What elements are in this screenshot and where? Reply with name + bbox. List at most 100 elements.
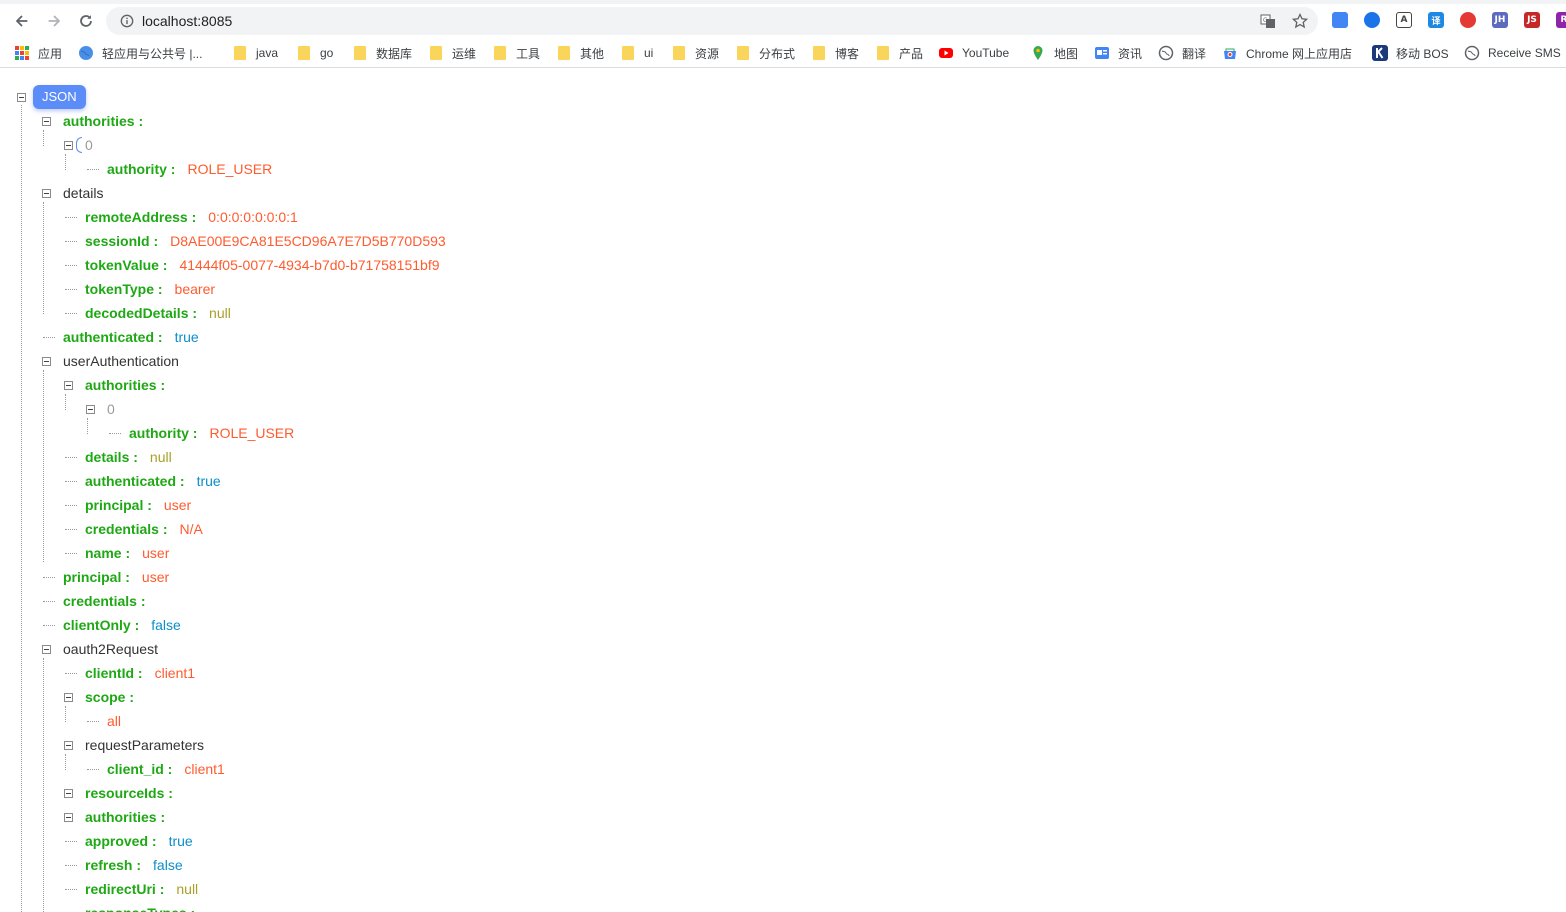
tree-connector xyxy=(65,241,77,242)
json-node-row[interactable]: authenticated : true xyxy=(63,327,199,347)
json-node-row[interactable]: decodedDetails : null xyxy=(85,303,231,323)
address-bar[interactable]: localhost:8085 G xyxy=(106,7,1318,35)
bookmark-item[interactable]: 博客 xyxy=(811,44,859,62)
bookmark-item[interactable]: 产品 xyxy=(875,44,923,62)
translate-cn-ext-icon[interactable]: 译 xyxy=(1428,12,1444,28)
json-node-row[interactable]: details xyxy=(63,183,103,203)
bookmark-item[interactable]: ui xyxy=(620,44,653,62)
collapse-toggle[interactable] xyxy=(42,189,51,198)
collapse-toggle[interactable] xyxy=(42,357,51,366)
bookmark-item[interactable]: 应用 xyxy=(14,44,62,62)
json-node-row[interactable]: tokenType : bearer xyxy=(85,279,215,299)
reload-icon xyxy=(80,15,92,27)
bookmark-item[interactable]: 轻应用与公共号 |... xyxy=(78,44,202,62)
json-node-row[interactable]: name : user xyxy=(85,543,169,563)
json-colon: : xyxy=(125,689,135,705)
bookmark-item[interactable]: go xyxy=(296,44,333,62)
bookmark-item[interactable]: 工具 xyxy=(492,44,540,62)
collapse-toggle[interactable] xyxy=(42,645,51,654)
bookmark-item[interactable]: 分布式 xyxy=(735,44,795,62)
tree-guide-line xyxy=(65,154,66,170)
json-node-row[interactable]: details : null xyxy=(85,447,172,467)
collapse-toggle[interactable] xyxy=(64,381,73,390)
bookmark-star-icon[interactable] xyxy=(1292,13,1308,29)
reload-button[interactable] xyxy=(73,8,99,34)
json-key: authenticated xyxy=(85,473,177,489)
bookmark-item[interactable]: Chrome 网上应用店 xyxy=(1222,44,1352,62)
collapse-toggle[interactable] xyxy=(64,141,73,150)
translate-ext-icon[interactable] xyxy=(1332,12,1348,28)
collapse-toggle[interactable] xyxy=(42,117,51,126)
json-node-row[interactable]: resourceIds : xyxy=(85,783,173,803)
collapse-toggle[interactable] xyxy=(64,789,73,798)
bookmark-label: 地图 xyxy=(1054,46,1079,61)
json-node-row[interactable]: authorities : xyxy=(85,807,165,827)
folder-icon xyxy=(352,45,368,61)
bookmark-item[interactable]: Receive SMS xyxy=(1464,44,1561,62)
json-colon: : xyxy=(134,113,144,129)
json-colon: : xyxy=(164,785,173,801)
json-node-row[interactable]: authorities : xyxy=(85,375,165,395)
json-node-row[interactable]: credentials : xyxy=(63,591,146,611)
collapse-toggle[interactable] xyxy=(64,813,73,822)
json-node-row[interactable]: authorities : xyxy=(63,111,143,131)
json-node-row[interactable]: remoteAddress :0:0:0:0:0:0:0:1 xyxy=(85,207,298,227)
json-key: approved xyxy=(85,833,149,849)
collapse-toggle[interactable] xyxy=(64,693,73,702)
json-node-row[interactable]: clientOnly : false xyxy=(63,615,181,635)
blue-circle-ext-icon[interactable] xyxy=(1364,12,1380,28)
bookmark-item[interactable]: 资源 xyxy=(671,44,719,62)
json-viewer: JSON authorities :0 authority : ROLE_USER d… xyxy=(0,68,1566,912)
json-node-row[interactable]: refresh : false xyxy=(85,855,183,875)
json-node-row[interactable]: authority : ROLE_USER xyxy=(129,423,294,443)
page-translate-icon[interactable]: G xyxy=(1260,13,1276,29)
bookmark-item[interactable]: 地图 xyxy=(1030,44,1078,62)
json-node-row[interactable]: client_id : client1 xyxy=(107,759,225,779)
json-node-row[interactable]: scope : xyxy=(85,687,134,707)
bookmark-item[interactable]: 资讯 xyxy=(1094,44,1142,62)
collapse-toggle[interactable] xyxy=(86,405,95,414)
red-circle-ext-icon[interactable] xyxy=(1460,12,1476,28)
json-node-row[interactable]: redirectUri : null xyxy=(85,879,198,899)
json-node-row[interactable]: userAuthentication xyxy=(63,351,179,371)
json-node-row[interactable]: principal : user xyxy=(63,567,169,587)
json-key: principal xyxy=(63,569,122,585)
json-node-row[interactable]: 0 xyxy=(76,135,93,155)
bookmark-item[interactable]: YouTube xyxy=(938,44,1009,62)
bookmark-item[interactable]: java xyxy=(232,44,278,62)
forward-button[interactable] xyxy=(41,8,67,34)
json-node-row[interactable]: credentials : N/A xyxy=(85,519,203,539)
json-node-row[interactable]: approved : true xyxy=(85,831,193,851)
json-node-row[interactable]: principal : user xyxy=(85,495,191,515)
url-text[interactable]: localhost:8085 xyxy=(142,13,232,29)
json-key: redirectUri xyxy=(85,881,156,897)
json-node-row[interactable]: oauth2Request xyxy=(63,639,158,659)
json-node-row[interactable]: sessionId : D8AE00E9CA81E5CD96A7E7D5B770D… xyxy=(85,231,446,251)
js-ext-icon[interactable]: JS xyxy=(1524,12,1540,28)
a-ext-icon[interactable]: A xyxy=(1396,12,1412,28)
json-colon: : xyxy=(136,593,146,609)
json-node-row[interactable]: clientId : client1 xyxy=(85,663,195,683)
json-node-row[interactable]: responseTypes : xyxy=(85,903,195,912)
bookmark-item[interactable]: 翻译 xyxy=(1158,44,1206,62)
collapse-toggle-root[interactable] xyxy=(17,93,26,102)
json-node-row[interactable]: requestParameters xyxy=(85,735,204,755)
json-node-row[interactable]: tokenValue :41444f05-0077-4934-b7d0-b717… xyxy=(85,255,440,275)
bookmark-label: 应用 xyxy=(38,46,63,61)
purple-ext-icon[interactable]: R xyxy=(1556,12,1566,28)
bookmark-item[interactable]: 移动 BOS xyxy=(1372,44,1449,62)
json-node-row[interactable]: 0 xyxy=(107,399,115,419)
json-node-row[interactable]: all xyxy=(107,711,121,731)
bookmark-item[interactable]: 数据库 xyxy=(352,44,412,62)
json-node-row[interactable]: authority : ROLE_USER xyxy=(107,159,272,179)
back-button[interactable] xyxy=(9,8,35,34)
collapse-toggle[interactable] xyxy=(64,741,73,750)
bookmark-item[interactable]: 运维 xyxy=(428,44,476,62)
jh-ext-icon[interactable]: JH xyxy=(1492,12,1508,28)
json-node-row[interactable]: authenticated : true xyxy=(85,471,221,491)
tree-connector xyxy=(43,337,55,338)
bookmark-item[interactable]: 其他 xyxy=(556,44,604,62)
json-root-badge[interactable]: JSON xyxy=(33,85,86,109)
info-icon[interactable] xyxy=(120,14,134,28)
tree-connector xyxy=(65,313,77,314)
